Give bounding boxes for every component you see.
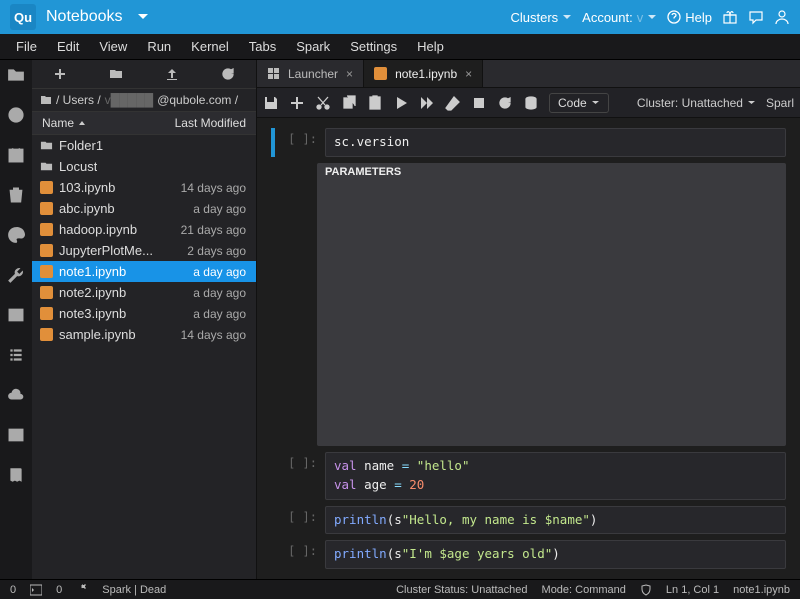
code-input[interactable]: val name = "hello" val age = 20	[325, 452, 786, 500]
menu-file[interactable]: File	[6, 35, 47, 58]
cluster-select[interactable]: Cluster: Unattached	[637, 96, 756, 110]
menu-run[interactable]: Run	[137, 35, 181, 58]
file-row[interactable]: note1.ipynba day ago	[32, 261, 256, 282]
book-icon[interactable]	[7, 466, 25, 484]
prompt: [ ]:	[283, 506, 317, 524]
file-row[interactable]: JupyterPlotMe...2 days ago	[32, 240, 256, 261]
close-icon[interactable]: ×	[346, 67, 353, 81]
code-cell[interactable]: [ ]: sc.version	[271, 128, 786, 157]
palette-icon[interactable]	[7, 226, 25, 244]
file-row[interactable]: 103.ipynb14 days ago	[32, 177, 256, 198]
menu-help[interactable]: Help	[407, 35, 454, 58]
account-dropdown[interactable]: Account: v	[582, 10, 657, 25]
file-row[interactable]: abc.ipynba day ago	[32, 198, 256, 219]
folder-icon[interactable]	[7, 66, 25, 84]
add-icon[interactable]	[289, 95, 305, 111]
breadcrumb[interactable]: / Users /v█████@qubole.com /	[32, 88, 256, 112]
file-row[interactable]: note3.ipynba day ago	[32, 303, 256, 324]
restart-icon[interactable]	[497, 95, 513, 111]
new-icon[interactable]	[53, 67, 67, 81]
file-row[interactable]: hadoop.ipynb21 days ago	[32, 219, 256, 240]
upload-icon[interactable]	[165, 67, 179, 81]
cloud-icon[interactable]	[7, 386, 25, 404]
notebook-toolbar: Code Cluster: Unattached Sparl	[257, 88, 800, 118]
cell-type-select[interactable]: Code	[549, 93, 609, 113]
sort-modified[interactable]: Last Modified	[175, 116, 246, 130]
status-count2: 0	[56, 584, 62, 596]
calendar-icon[interactable]	[7, 146, 25, 164]
cut-icon[interactable]	[315, 95, 331, 111]
wrench-icon[interactable]	[7, 266, 25, 284]
prompt: [ ]:	[283, 452, 317, 470]
prompt: [ ]:	[283, 540, 317, 558]
tab[interactable]: note1.ipynb×	[364, 60, 483, 87]
refresh-icon[interactable]	[221, 67, 235, 81]
window-icon[interactable]	[7, 306, 25, 324]
kernel-label[interactable]: Sparl	[766, 96, 794, 110]
feedback-icon[interactable]	[748, 9, 764, 25]
help-link[interactable]: Help	[667, 10, 712, 25]
logo: Qu	[10, 4, 36, 30]
menu-spark[interactable]: Spark	[286, 35, 340, 58]
code-input[interactable]: println(s"Hello, my name is $name")	[325, 506, 786, 535]
table-icon[interactable]	[7, 426, 25, 444]
sort-name[interactable]: Name	[42, 116, 86, 130]
stop-icon[interactable]	[471, 95, 487, 111]
status-bar: 0 0 Spark | Dead Cluster Status: Unattac…	[0, 579, 800, 599]
file-row[interactable]: sample.ipynb14 days ago	[32, 324, 256, 345]
file-row[interactable]: Folder1	[32, 135, 256, 156]
chevron-down-icon[interactable]	[137, 11, 149, 23]
params-header: PARAMETERS	[317, 163, 786, 446]
menu-tabs[interactable]: Tabs	[239, 35, 286, 58]
code-input[interactable]: println(s"I'm $age years old")	[325, 540, 786, 569]
app-title: Notebooks	[46, 8, 123, 26]
activity-bar	[0, 60, 32, 579]
file-row[interactable]: Locust	[32, 156, 256, 177]
eraser-icon[interactable]	[445, 95, 461, 111]
prompt: [ ]:	[283, 128, 317, 146]
tab[interactable]: Launcher×	[257, 60, 364, 87]
circle-icon[interactable]	[7, 106, 25, 124]
menu-bar: FileEditViewRunKernelTabsSparkSettingsHe…	[0, 34, 800, 60]
paste-icon[interactable]	[367, 95, 383, 111]
status-count: 0	[10, 584, 16, 596]
gift-icon[interactable]	[722, 9, 738, 25]
trash-icon[interactable]	[7, 186, 25, 204]
menu-view[interactable]: View	[89, 35, 137, 58]
menu-kernel[interactable]: Kernel	[181, 35, 239, 58]
folder-icon	[40, 94, 52, 106]
tab-bar: Launcher×note1.ipynb×	[257, 60, 800, 88]
cluster-status: Cluster Status: Unattached	[396, 584, 527, 596]
run-icon[interactable]	[393, 95, 409, 111]
clusters-dropdown[interactable]: Clusters	[510, 10, 572, 25]
fast-forward-icon[interactable]	[419, 95, 435, 111]
mode-status: Mode: Command	[542, 584, 626, 596]
user-icon[interactable]	[774, 9, 790, 25]
menu-edit[interactable]: Edit	[47, 35, 89, 58]
cursor-pos: Ln 1, Col 1	[666, 584, 719, 596]
new-folder-icon[interactable]	[109, 67, 123, 81]
file-row[interactable]: note2.ipynba day ago	[32, 282, 256, 303]
code-input[interactable]: sc.version	[325, 128, 786, 157]
code-cell[interactable]: [ ]: println(s"Hello, my name is $name")	[271, 506, 786, 535]
close-icon[interactable]: ×	[465, 67, 472, 81]
file-name: note1.ipynb	[733, 584, 790, 596]
gear-icon[interactable]	[76, 584, 88, 596]
code-cell[interactable]: [ ]: println(s"I'm $age years old")	[271, 540, 786, 569]
shield-icon	[640, 584, 652, 596]
database-icon[interactable]	[523, 95, 539, 111]
terminal-icon[interactable]	[30, 584, 42, 596]
kernel-status: Spark | Dead	[102, 584, 166, 596]
code-cell[interactable]: [ ]: val name = "hello" val age = 20	[271, 452, 786, 500]
file-browser: / Users /v█████@qubole.com / Name Last M…	[32, 60, 257, 579]
menu-settings[interactable]: Settings	[340, 35, 407, 58]
list-icon[interactable]	[7, 346, 25, 364]
copy-icon[interactable]	[341, 95, 357, 111]
top-bar: Qu Notebooks Clusters Account: v Help	[0, 0, 800, 34]
save-icon[interactable]	[263, 95, 279, 111]
notebook-body: [ ]:sc.versionPARAMETERS[ ]:val name = "…	[257, 118, 800, 579]
